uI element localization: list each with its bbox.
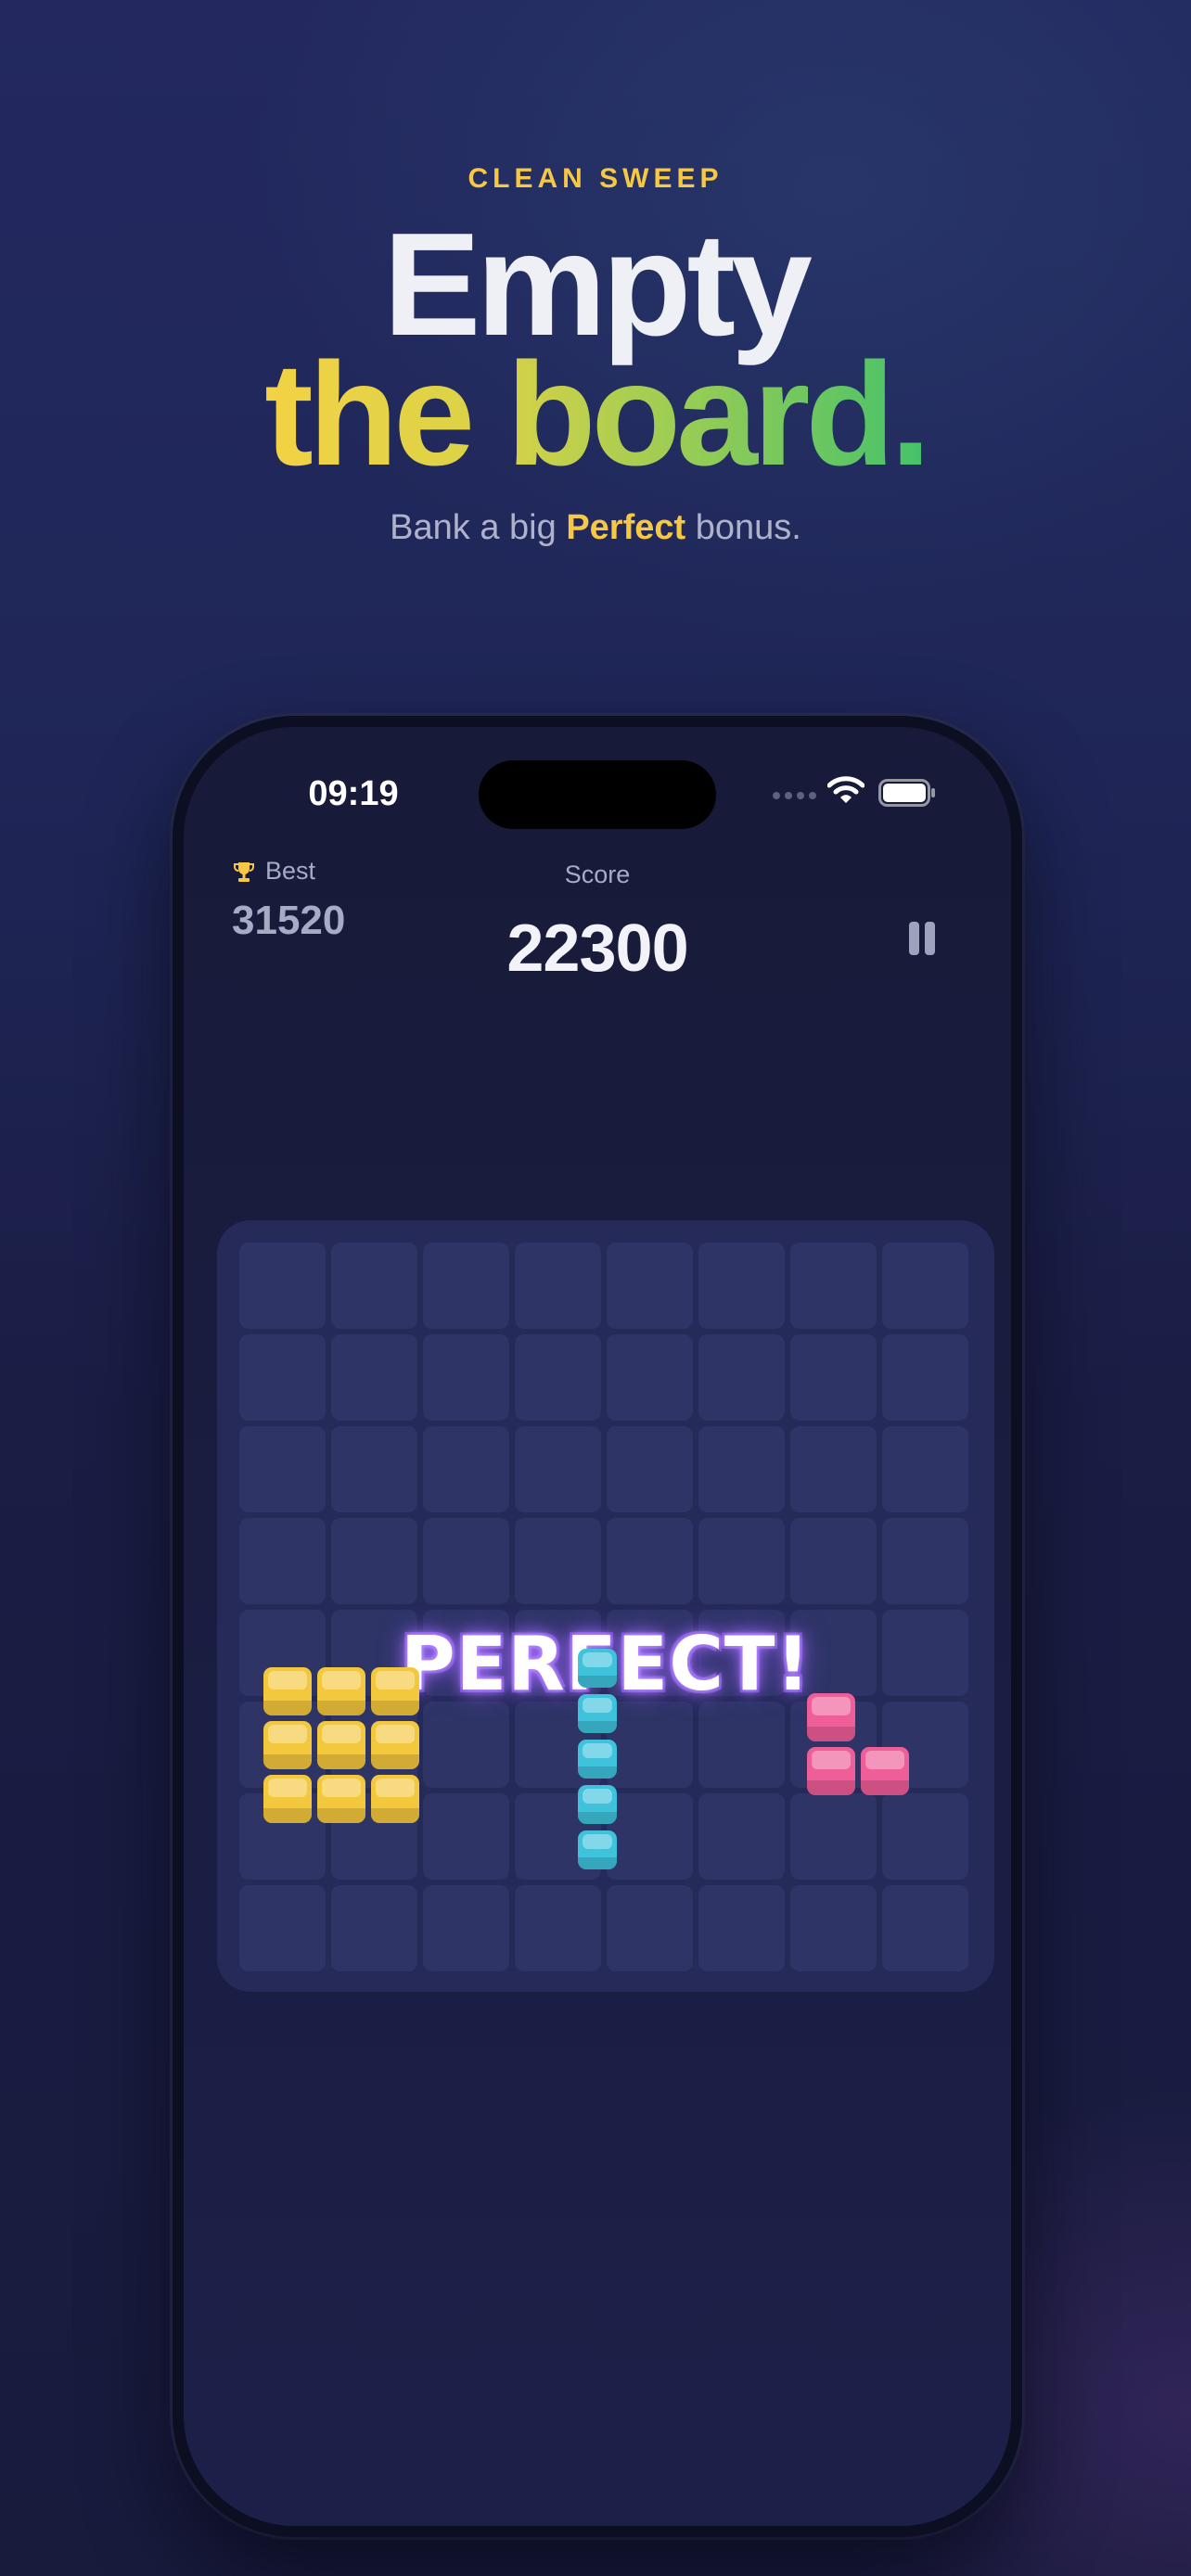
- subline-suffix: bonus.: [695, 508, 801, 547]
- board-cell[interactable]: [423, 1426, 509, 1512]
- board-cell[interactable]: [331, 1243, 417, 1329]
- piece-block: [263, 1775, 312, 1823]
- headline-line-2: the board.: [0, 336, 1191, 493]
- board-cell[interactable]: [423, 1885, 509, 1971]
- board-cell[interactable]: [882, 1518, 968, 1604]
- board-cell[interactable]: [423, 1243, 509, 1329]
- board-cell[interactable]: [331, 1334, 417, 1421]
- board-cell[interactable]: [698, 1702, 785, 1788]
- piece-yellow-square[interactable]: [263, 1667, 419, 1823]
- phone-frame: 09:19 Best 31520 Score 22300: [173, 716, 1022, 2537]
- board-cell[interactable]: [790, 1334, 877, 1421]
- pause-icon-bar: [925, 922, 935, 955]
- board-cell[interactable]: [607, 1426, 693, 1512]
- board-cell[interactable]: [607, 1793, 693, 1880]
- piece-block: [578, 1649, 617, 1688]
- piece-block: [861, 1747, 909, 1795]
- dynamic-island: [479, 760, 716, 829]
- board-cell[interactable]: [515, 1426, 601, 1512]
- piece-cyan-line[interactable]: [578, 1649, 617, 1869]
- piece-block: [263, 1721, 312, 1769]
- board-cell[interactable]: [698, 1334, 785, 1421]
- score-value: 22300: [506, 912, 688, 986]
- battery-icon: [878, 779, 935, 807]
- board-cell[interactable]: [882, 1793, 968, 1880]
- board-cell[interactable]: [790, 1518, 877, 1604]
- piece-block: [371, 1667, 419, 1715]
- board-cell[interactable]: [607, 1702, 693, 1788]
- board-cell[interactable]: [423, 1334, 509, 1421]
- subline-prefix: Bank a big: [390, 508, 557, 547]
- board-cell[interactable]: [698, 1243, 785, 1329]
- subline: Bank a big Perfect bonus.: [0, 508, 1191, 548]
- score-label: Score: [564, 861, 631, 888]
- game-board[interactable]: PERFECT!: [217, 1220, 994, 1992]
- board-cell[interactable]: [331, 1426, 417, 1512]
- piece-pink-corner[interactable]: [807, 1693, 909, 1795]
- board-cell[interactable]: [698, 1885, 785, 1971]
- eyebrow-label: CLEAN SWEEP: [467, 163, 724, 194]
- board-cell[interactable]: [423, 1702, 509, 1788]
- board-cell[interactable]: [882, 1885, 968, 1971]
- cellular-dots-icon: [773, 792, 816, 799]
- wifi-icon: [827, 776, 864, 803]
- board-cell[interactable]: [882, 1426, 968, 1512]
- piece-block: [807, 1693, 855, 1741]
- piece-block: [578, 1830, 617, 1869]
- board-cell[interactable]: [607, 1885, 693, 1971]
- subline-highlight: Perfect: [566, 508, 686, 547]
- board-cell[interactable]: [790, 1243, 877, 1329]
- board-cell[interactable]: [239, 1518, 326, 1604]
- board-cell[interactable]: [698, 1518, 785, 1604]
- piece-block: [317, 1667, 365, 1715]
- board-cell[interactable]: [607, 1334, 693, 1421]
- piece-block: [578, 1694, 617, 1733]
- board-cell[interactable]: [331, 1518, 417, 1604]
- headline-line-2-text: the board.: [264, 333, 931, 496]
- board-cell[interactable]: [882, 1334, 968, 1421]
- board-cell[interactable]: [423, 1793, 509, 1880]
- pause-icon: [909, 922, 919, 955]
- board-cell[interactable]: [607, 1243, 693, 1329]
- piece-block: [263, 1667, 312, 1715]
- piece-block: [317, 1775, 365, 1823]
- board-cell[interactable]: [698, 1426, 785, 1512]
- board-cell[interactable]: [331, 1885, 417, 1971]
- piece-block: [807, 1747, 855, 1795]
- board-cell[interactable]: [882, 1243, 968, 1329]
- piece-block: [578, 1785, 617, 1824]
- status-time: 09:19: [308, 774, 399, 813]
- board-cell[interactable]: [698, 1793, 785, 1880]
- piece-block: [317, 1721, 365, 1769]
- board-cell[interactable]: [239, 1334, 326, 1421]
- board-cell[interactable]: [423, 1518, 509, 1604]
- board-cell[interactable]: [515, 1334, 601, 1421]
- pause-button[interactable]: [907, 922, 937, 959]
- piece-block: [371, 1721, 419, 1769]
- board-cell[interactable]: [790, 1426, 877, 1512]
- board-cell[interactable]: [239, 1426, 326, 1512]
- board-cell[interactable]: [790, 1885, 877, 1971]
- piece-block: [371, 1775, 419, 1823]
- board-cell[interactable]: [607, 1518, 693, 1604]
- game-screen: 09:19 Best 31520 Score 22300: [184, 727, 1011, 2526]
- board-cell[interactable]: [515, 1885, 601, 1971]
- board-cell[interactable]: [515, 1518, 601, 1604]
- board-cell[interactable]: [239, 1885, 326, 1971]
- board-cell[interactable]: [239, 1243, 326, 1329]
- board-cell[interactable]: [790, 1793, 877, 1880]
- board-cell[interactable]: [515, 1243, 601, 1329]
- piece-block: [578, 1740, 617, 1779]
